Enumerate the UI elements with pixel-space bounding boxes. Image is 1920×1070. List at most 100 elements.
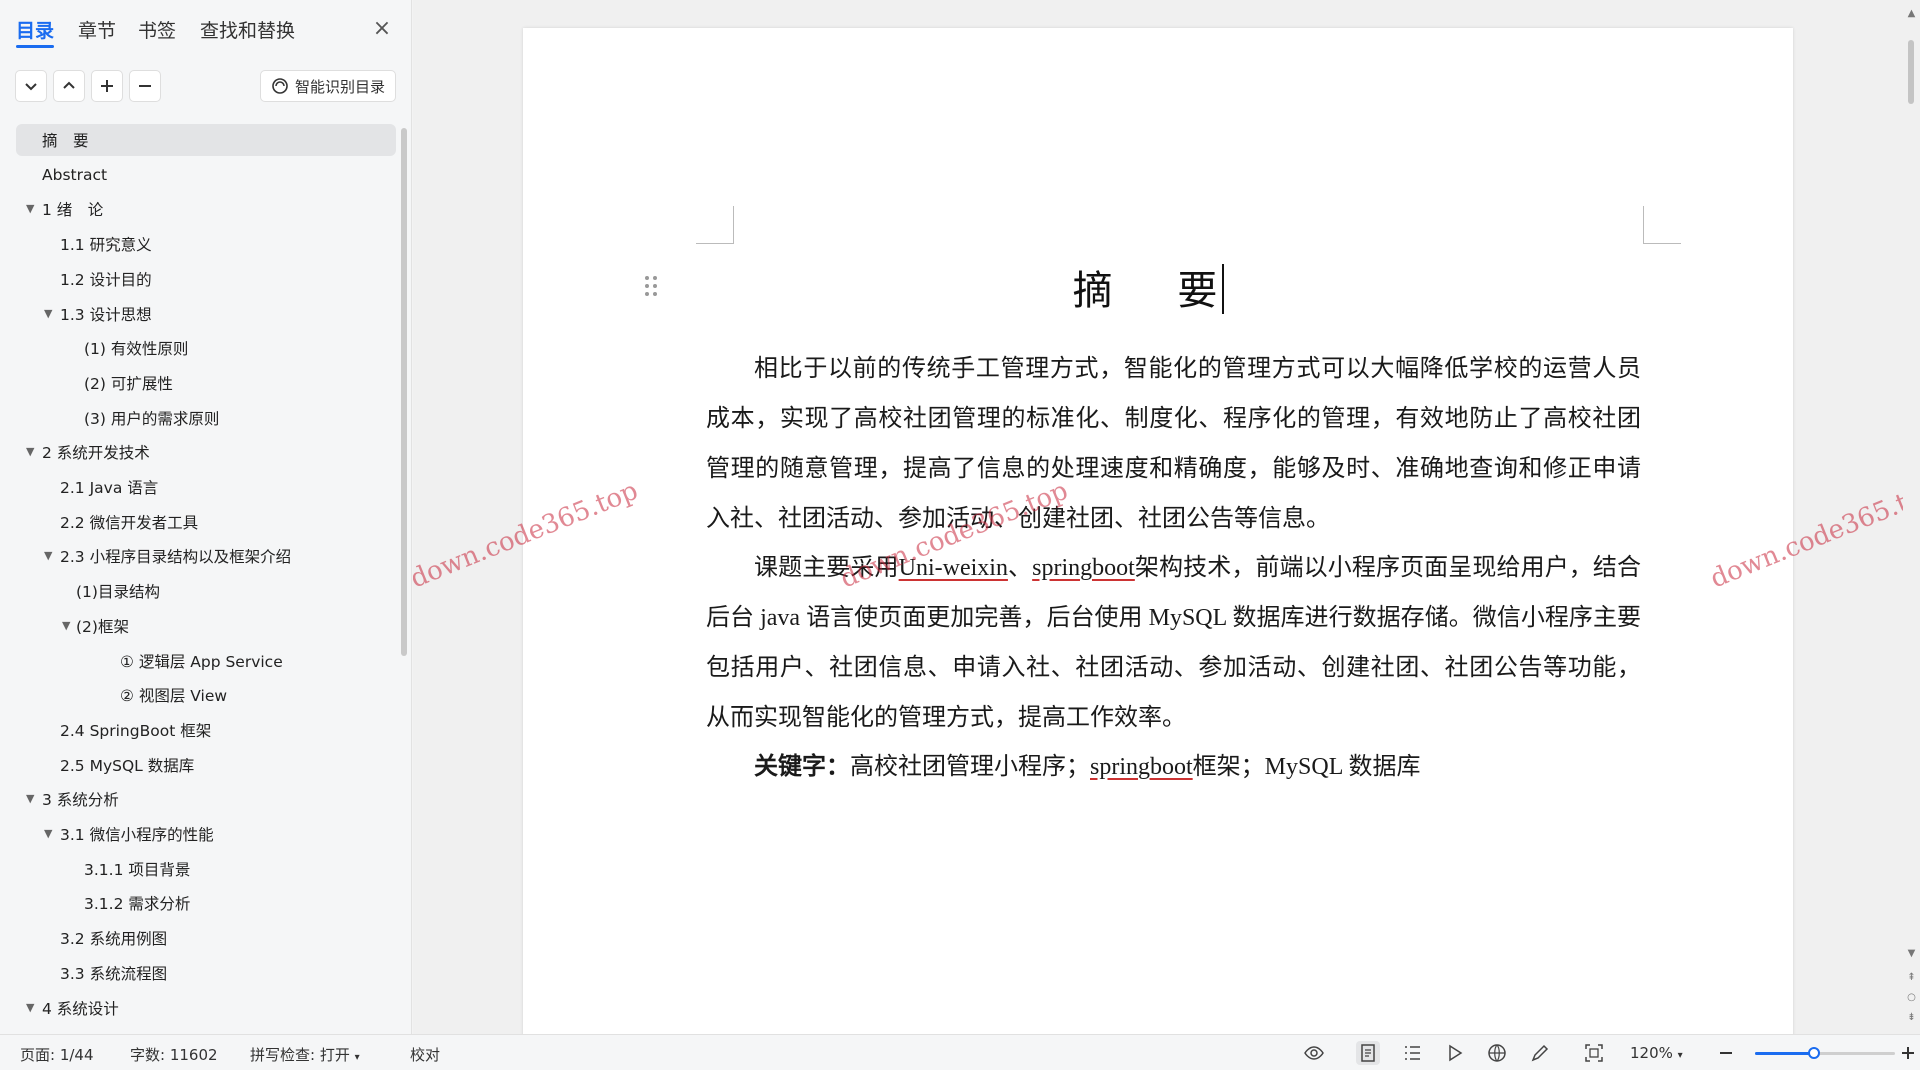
- toc-item-label: (3) 用户的需求原则: [84, 409, 220, 428]
- toc-item[interactable]: 2.4 SpringBoot 框架: [16, 714, 396, 746]
- toc-item-label: (1) 有效性原则: [84, 340, 189, 359]
- zoom-in-button[interactable]: [1896, 1041, 1920, 1065]
- fit-page-button[interactable]: [1582, 1041, 1606, 1065]
- toc-item[interactable]: (3) 用户的需求原则: [16, 402, 396, 434]
- smart-toc-button[interactable]: 智能识别目录: [260, 70, 396, 102]
- expand-button[interactable]: [53, 70, 85, 102]
- toc-item[interactable]: Abstract: [16, 159, 396, 191]
- next-page-icon[interactable]: ⇟: [1906, 1012, 1917, 1023]
- text-run: 架构技术，前端以小程序页面呈现给用户，结合后台 java 语言使页面更加完善，后…: [706, 555, 1642, 731]
- word-count[interactable]: 字数: 11602: [130, 1044, 218, 1065]
- toc-item[interactable]: 3.3 系统流程图: [16, 957, 396, 989]
- expand-caret-icon[interactable]: ▼: [44, 828, 56, 840]
- eye-icon: [1304, 1046, 1324, 1060]
- abstract-heading[interactable]: 摘 要: [523, 258, 1793, 316]
- toc-item[interactable]: ▼ (2)框架: [16, 610, 396, 642]
- toc-item[interactable]: ▼ 4 系统设计: [16, 992, 396, 1024]
- toc-item-label: (2) 可扩展性: [84, 374, 173, 393]
- toc-item[interactable]: (1) 有效性原则: [16, 332, 396, 364]
- toc-item[interactable]: ▼ 3 系统分析: [16, 783, 396, 815]
- text-run: 、: [1007, 555, 1033, 581]
- collapse-button[interactable]: [15, 70, 47, 102]
- page-view-icon: [1361, 1044, 1375, 1062]
- toc-item[interactable]: 2.2 微信开发者工具: [16, 506, 396, 538]
- page-view-button[interactable]: [1356, 1041, 1380, 1065]
- toc-item[interactable]: 摘 要: [16, 124, 396, 156]
- toc-item[interactable]: ▼ 3.1 微信小程序的性能: [16, 818, 396, 850]
- document-scrollbar[interactable]: ▲ ▼ ⇞ ○ ⇟: [1903, 0, 1920, 1034]
- toc-item[interactable]: 3.1.2 需求分析: [16, 887, 396, 919]
- spell-check-status[interactable]: 拼写检查: 打开 ▾: [250, 1044, 360, 1065]
- toc-item[interactable]: ▼ 1 绪 论: [16, 193, 396, 225]
- nav-tabs: 目录 章节 书签 查找和替换 ×: [0, 0, 412, 60]
- toc-item[interactable]: ▼ 2 系统开发技术: [16, 436, 396, 468]
- pen-icon: [1531, 1044, 1549, 1062]
- zoom-slider-handle[interactable]: [1807, 1047, 1820, 1059]
- expand-caret-icon[interactable]: ▼: [26, 446, 38, 458]
- abstract-paragraph-1[interactable]: 相比于以前的传统手工管理方式，智能化的管理方式可以大幅降低学校的运营人员成本，实…: [706, 344, 1641, 544]
- spellcheck-word[interactable]: springboot: [1090, 754, 1193, 780]
- toc-item[interactable]: 2.1 Java 语言: [16, 471, 396, 503]
- active-tab-indicator: [16, 45, 54, 48]
- spellcheck-word[interactable]: Uni-weixin: [899, 555, 1008, 581]
- toc-item[interactable]: ▼ 1.3 设计思想: [16, 298, 396, 330]
- smart-toc-label: 智能识别目录: [294, 77, 385, 96]
- document-canvas: 摘 要 相比于以前的传统手工管理方式，智能化的管理方式可以大幅降低学校的运营人员…: [413, 0, 1903, 1034]
- select-browse-icon[interactable]: ○: [1906, 992, 1917, 1003]
- keywords-line[interactable]: 关键字：高校社团管理小程序；springboot框架；MySQL 数据库: [706, 742, 1641, 792]
- tab-toc[interactable]: 目录: [16, 16, 54, 43]
- chevron-down-icon: ▾: [1677, 1050, 1683, 1061]
- tab-chapters[interactable]: 章节: [78, 16, 116, 43]
- text-run: 高校社团管理小程序；: [850, 754, 1090, 780]
- eye-protect-button[interactable]: [1302, 1041, 1326, 1065]
- toc-tree: 摘 要 Abstract ▼ 1 绪 论 1.1 研究意义 1.2 设计目的 ▼ 1.3 设计…: [0, 124, 400, 1030]
- page-indicator[interactable]: 页面: 1/44: [20, 1044, 94, 1065]
- toc-item[interactable]: 3.1.1 项目背景: [16, 853, 396, 885]
- add-heading-button[interactable]: [91, 70, 123, 102]
- toc-item[interactable]: 1.2 设计目的: [16, 263, 396, 295]
- toc-item-label: 1.3 设计思想: [60, 305, 152, 324]
- toc-item[interactable]: 2.5 MySQL 数据库: [16, 749, 396, 781]
- remove-heading-button[interactable]: [129, 70, 161, 102]
- toc-item[interactable]: 3.2 系统用例图: [16, 922, 396, 954]
- zoom-out-button[interactable]: [1714, 1041, 1738, 1065]
- toc-item[interactable]: (1)目录结构: [16, 575, 396, 607]
- expand-caret-icon[interactable]: ▼: [44, 550, 56, 562]
- toc-scrollbar[interactable]: [401, 128, 407, 656]
- toc-item[interactable]: ▼ 2.3 小程序目录结构以及框架介绍: [16, 540, 396, 572]
- scroll-up-icon[interactable]: ▲: [1906, 8, 1917, 19]
- fit-screen-icon: [1585, 1044, 1603, 1062]
- zoom-slider[interactable]: [1755, 1047, 1895, 1059]
- expand-caret-icon[interactable]: ▼: [44, 307, 56, 320]
- spellcheck-word[interactable]: springboot: [1032, 555, 1135, 581]
- expand-caret-icon[interactable]: ▼: [26, 793, 38, 805]
- tab-bookmarks[interactable]: 书签: [138, 16, 176, 43]
- list-icon: [1405, 1046, 1420, 1060]
- pen-mode-button[interactable]: [1528, 1041, 1552, 1065]
- abstract-paragraph-2[interactable]: 课题主要采用Uni-weixin、springboot架构技术，前端以小程序页面…: [706, 543, 1641, 743]
- toc-item[interactable]: (2) 可扩展性: [16, 367, 396, 399]
- toc-item[interactable]: 1.1 研究意义: [16, 228, 396, 260]
- zoom-value: 120%: [1630, 1044, 1673, 1062]
- scroll-down-icon[interactable]: ▼: [1906, 948, 1917, 959]
- document-page[interactable]: 摘 要 相比于以前的传统手工管理方式，智能化的管理方式可以大幅降低学校的运营人员…: [523, 28, 1793, 1034]
- tab-find-replace[interactable]: 查找和替换: [200, 16, 295, 43]
- text-run: 课题主要采用: [754, 555, 899, 581]
- proofread-button[interactable]: 校对: [410, 1044, 440, 1065]
- prev-page-icon[interactable]: ⇞: [1906, 972, 1917, 983]
- scroll-thumb[interactable]: [1908, 40, 1914, 104]
- expand-caret-icon[interactable]: ▼: [26, 1001, 38, 1014]
- toc-item-label: 2.5 MySQL 数据库: [60, 756, 195, 775]
- toc-item[interactable]: ② 视图层 View: [16, 679, 396, 711]
- web-view-button[interactable]: [1485, 1041, 1509, 1065]
- read-mode-button[interactable]: [1442, 1041, 1466, 1065]
- close-pane-button[interactable]: ×: [370, 18, 394, 42]
- expand-caret-icon[interactable]: ▼: [26, 203, 38, 215]
- toc-item[interactable]: ① 逻辑层 App Service: [16, 645, 396, 677]
- outline-view-button[interactable]: [1400, 1041, 1424, 1065]
- expand-caret-icon[interactable]: ▼: [62, 619, 74, 632]
- zoom-level[interactable]: 120% ▾: [1630, 1044, 1683, 1062]
- toc-item-label: 3 系统分析: [42, 791, 119, 810]
- minus-icon: [1720, 1052, 1732, 1054]
- toc-item-label: 摘 要: [42, 132, 89, 150]
